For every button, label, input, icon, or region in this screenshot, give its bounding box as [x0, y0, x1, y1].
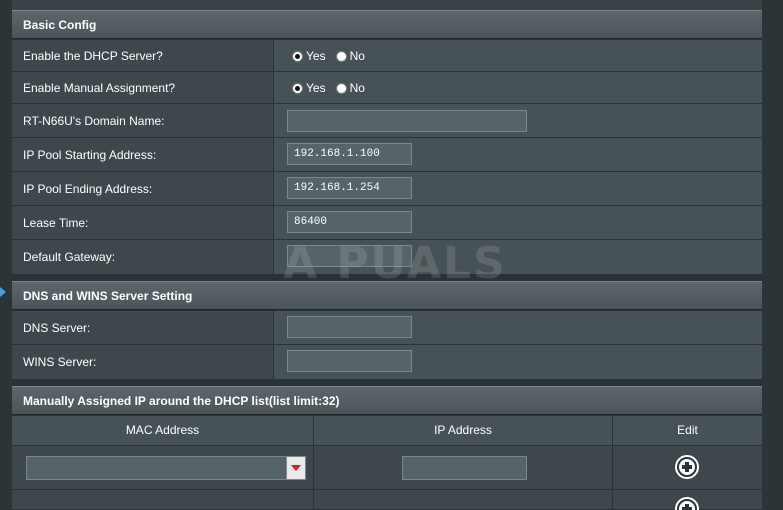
row-pool-end: IP Pool Ending Address: — [12, 171, 762, 206]
enable-manual-no-radio[interactable] — [335, 82, 347, 94]
watermark-text: A PUALS — [283, 238, 507, 289]
dns-server-input[interactable] — [287, 316, 412, 338]
default-gateway-label: Default Gateway: — [12, 240, 274, 274]
enable-dhcp-no-label: No — [349, 49, 365, 63]
row-wins-server: WINS Server: — [12, 344, 762, 379]
enable-dhcp-label: Enable the DHCP Server? — [12, 40, 274, 72]
mac-address-select[interactable] — [26, 456, 306, 480]
wins-server-input[interactable] — [287, 350, 412, 372]
row-domain-name: RT-N66U's Domain Name: — [12, 103, 762, 138]
lease-time-label: Lease Time: — [12, 206, 274, 240]
manual-list-title: Manually Assigned IP around the DHCP lis… — [23, 393, 340, 408]
nav-arrow-icon — [0, 287, 6, 297]
pool-end-input[interactable] — [287, 177, 412, 199]
pool-end-label: IP Pool Ending Address: — [12, 172, 274, 206]
column-mac-address: MAC Address — [12, 416, 314, 445]
dns-server-label: DNS Server: — [12, 311, 274, 345]
basic-config-title: Basic Config — [23, 17, 97, 32]
row-pool-start: IP Pool Starting Address: — [12, 137, 762, 172]
manual-list-row-partial — [12, 489, 762, 510]
manual-list-input-row — [12, 445, 762, 489]
top-strip — [12, 0, 762, 10]
plus-circle-icon[interactable] — [675, 455, 699, 479]
enable-manual-radio-group: Yes No — [292, 80, 375, 96]
chevron-down-icon[interactable] — [286, 457, 305, 479]
enable-manual-yes-radio[interactable] — [292, 82, 303, 94]
column-edit: Edit — [677, 423, 698, 437]
manual-list-header: Manually Assigned IP around the DHCP lis… — [12, 386, 762, 415]
enable-dhcp-radio-group: Yes No — [292, 48, 375, 64]
ip-address-input[interactable] — [402, 456, 527, 480]
domain-name-label: RT-N66U's Domain Name: — [12, 104, 274, 138]
enable-manual-no-label: No — [349, 81, 365, 95]
pool-start-input[interactable] — [287, 143, 412, 165]
enable-dhcp-yes-radio[interactable] — [292, 50, 303, 62]
enable-manual-yes-label: Yes — [306, 81, 326, 95]
manual-list-table-header: MAC Address IP Address Edit — [12, 415, 762, 445]
row-dns-server: DNS Server: — [12, 310, 762, 345]
enable-manual-label: Enable Manual Assignment? — [12, 72, 274, 104]
basic-config-header: Basic Config — [12, 10, 762, 39]
row-enable-manual: Enable Manual Assignment? Yes No — [12, 71, 762, 104]
enable-dhcp-yes-label: Yes — [306, 49, 326, 63]
lease-time-input[interactable] — [287, 211, 412, 233]
row-enable-dhcp: Enable the DHCP Server? Yes No — [12, 39, 762, 72]
column-ip-address: IP Address — [314, 416, 613, 445]
pool-start-label: IP Pool Starting Address: — [12, 138, 274, 172]
dns-wins-title: DNS and WINS Server Setting — [23, 288, 193, 303]
domain-name-input[interactable] — [287, 110, 527, 132]
row-lease-time: Lease Time: — [12, 205, 762, 240]
wins-server-label: WINS Server: — [12, 345, 274, 379]
enable-dhcp-no-radio[interactable] — [335, 50, 347, 62]
